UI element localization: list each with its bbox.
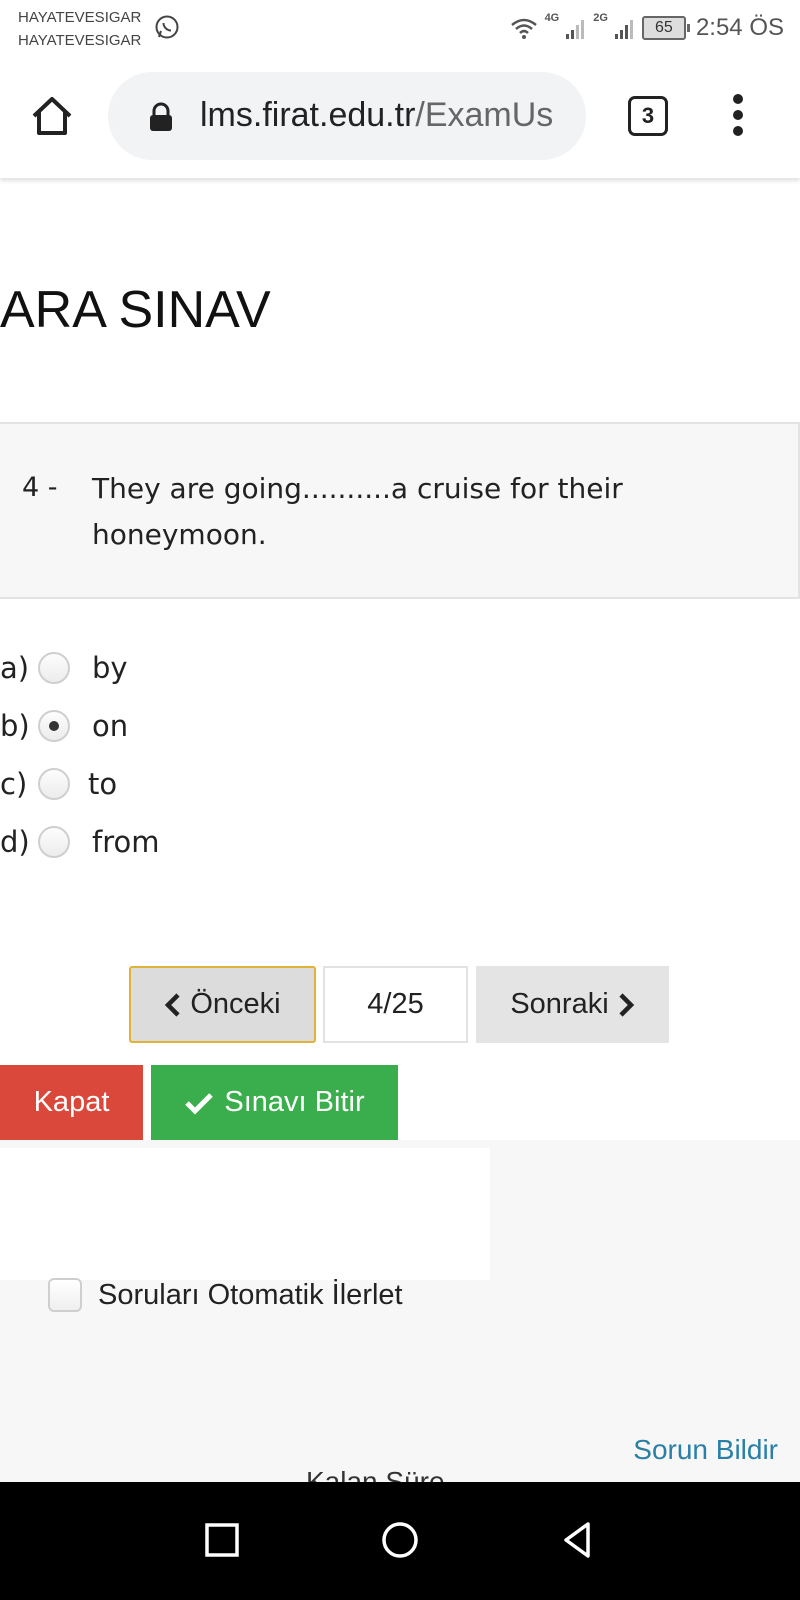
answer-option-a[interactable]: a) by (0, 640, 400, 696)
report-problem-link[interactable]: Sorun Bildir (633, 1434, 778, 1466)
answer-option-d[interactable]: d) from (0, 814, 400, 870)
signal-icon (566, 20, 585, 39)
auto-advance-checkbox[interactable] (48, 1278, 82, 1312)
wifi-icon (510, 18, 537, 39)
url-text[interactable]: lms.firat.edu.tr/ExamUs (200, 96, 553, 135)
question-position: 4/25 (323, 966, 468, 1043)
option-text: by (92, 651, 128, 685)
finish-label: Sınavı Bitir (224, 1086, 365, 1118)
radio-button-selected[interactable] (38, 710, 70, 742)
home-circle-icon[interactable] (378, 1518, 422, 1562)
question-text: They are going..........a cruise for the… (92, 472, 623, 551)
answer-option-c[interactable]: c) to (0, 756, 400, 812)
option-letter: c) (0, 767, 28, 801)
option-text: on (92, 709, 129, 743)
recent-apps-icon[interactable] (200, 1518, 244, 1562)
previous-label: Önceki (190, 988, 281, 1020)
option-text: to (88, 767, 118, 801)
network-type-1: 4G (544, 12, 560, 24)
previous-button[interactable]: Önceki (129, 966, 316, 1043)
radio-button[interactable] (38, 826, 70, 858)
next-label: Sonraki (510, 988, 609, 1020)
question-panel: 4 - They are going..........a cruise for… (0, 422, 800, 599)
page-title: ARA SINAV (0, 281, 271, 339)
finish-exam-button[interactable]: Sınavı Bitir (151, 1065, 398, 1140)
url-domain: lms.firat.edu.tr (200, 96, 416, 134)
option-text: from (92, 825, 160, 859)
signal-icon-2 (614, 20, 633, 39)
clock: 2:54 ÖS (695, 14, 784, 41)
check-icon (185, 1092, 214, 1115)
lock-icon (150, 102, 172, 131)
next-button[interactable]: Sonraki (476, 966, 669, 1043)
system-navigation-bar (0, 1482, 800, 1600)
blank-panel (0, 1148, 490, 1280)
notification-line-1: HAYATEVESIGAR (18, 9, 142, 26)
radio-button[interactable] (38, 652, 70, 684)
question-number: 4 - (22, 472, 58, 503)
close-button[interactable]: Kapat (0, 1065, 143, 1140)
more-options-icon[interactable] (726, 94, 750, 140)
answer-option-b[interactable]: b) on (0, 698, 400, 754)
url-path: /ExamUs (415, 96, 554, 134)
chevron-right-icon (619, 992, 634, 1017)
status-indicators: 4G 2G 65 2:54 ÖS (509, 8, 784, 48)
remaining-time-label: Kalan Süre (306, 1468, 445, 1482)
battery-icon: 65 (641, 16, 690, 40)
notification-text: HAYATEVESIGAR HAYATEVESIGAR (18, 6, 141, 52)
radio-button[interactable] (38, 768, 70, 800)
notification-line-2: HAYATEVESIGAR (18, 32, 142, 49)
network-type-2: 2G (593, 12, 608, 24)
tab-switcher-button[interactable]: 3 (628, 96, 668, 136)
option-letter: a) (0, 651, 30, 685)
address-bar[interactable]: lms.firat.edu.tr/ExamUs (108, 72, 586, 160)
whatsapp-icon (155, 15, 179, 39)
home-icon[interactable] (30, 94, 74, 138)
option-letter: d) (0, 825, 30, 859)
back-icon[interactable] (556, 1518, 600, 1562)
auto-advance-label: Soruları Otomatik İlerlet (98, 1278, 403, 1311)
status-bar: HAYATEVESIGAR HAYATEVESIGAR 4G 2G 65 2:5… (0, 0, 800, 56)
chevron-left-icon (165, 992, 180, 1017)
browser-toolbar: lms.firat.edu.tr/ExamUs 3 (0, 56, 800, 178)
option-letter: b) (0, 709, 30, 743)
auto-advance-option[interactable]: Soruları Otomatik İlerlet (48, 1278, 403, 1312)
